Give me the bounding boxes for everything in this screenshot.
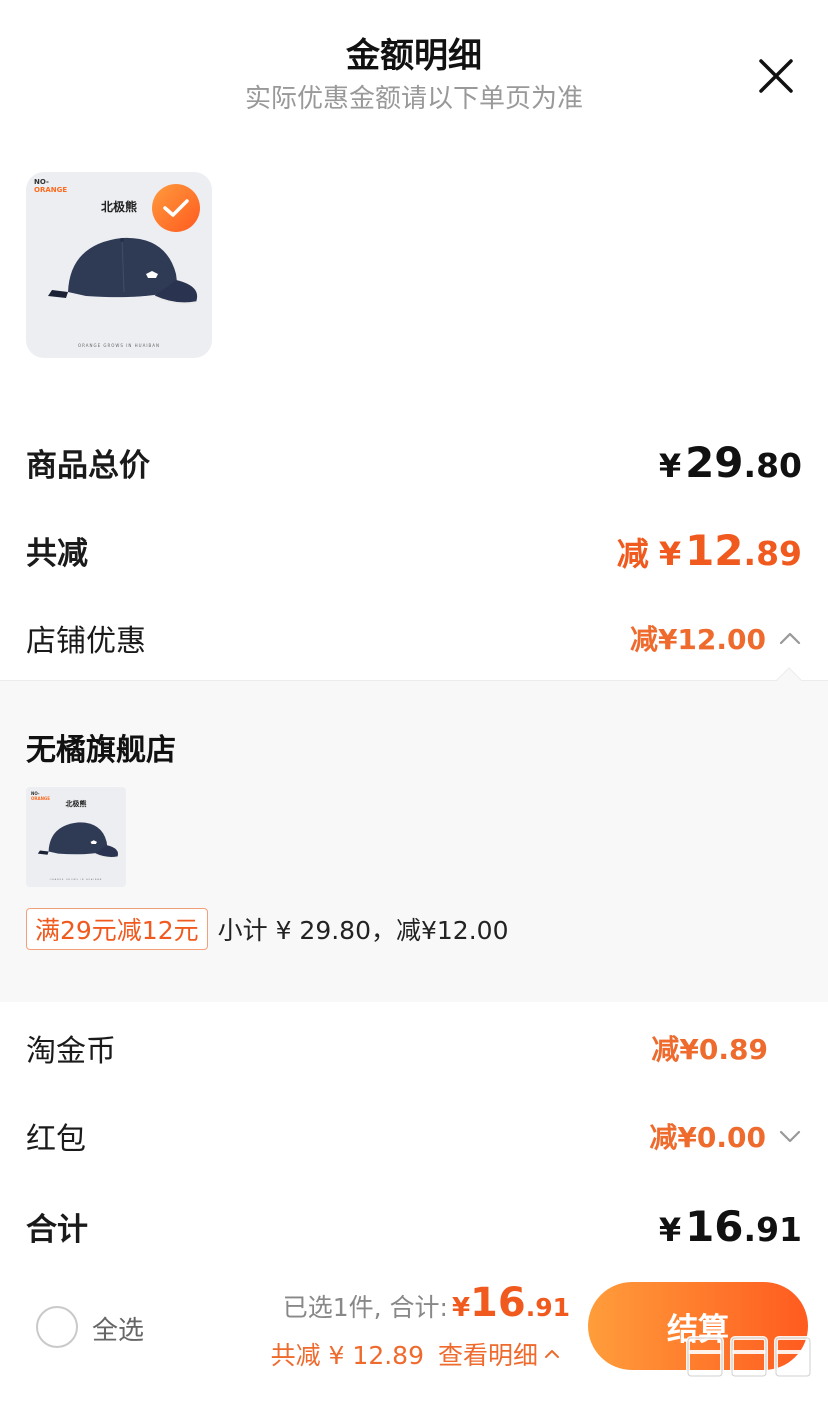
promo-line: 满29元减12元 小计 ¥ 29.80，减¥12.00: [26, 908, 509, 950]
close-icon[interactable]: [758, 58, 794, 94]
grand-total-value: ¥16.91: [658, 1201, 802, 1251]
promo-subtotal: 小计 ¥ 29.80，减¥12.00: [217, 916, 509, 945]
store-discount-value: 减¥12.00: [630, 618, 802, 658]
store-name[interactable]: 无橘旗舰店: [26, 725, 176, 769]
total-price-label: 商品总价: [26, 447, 150, 484]
hongbao-value: 减¥0.00: [649, 1116, 802, 1156]
product-tagline: ORANGE GROWS IN HUAIBAN: [49, 879, 103, 881]
total-discount-label: 共减: [26, 535, 88, 572]
page-subtitle: 实际优惠金额请以下单页为准: [244, 84, 583, 114]
store-discount-row[interactable]: 店铺优惠 减¥12.00: [26, 608, 802, 668]
discount-text: 共减 ¥ 12.89: [270, 1341, 424, 1370]
view-detail-link[interactable]: 查看明细: [438, 1336, 538, 1372]
hongbao-row[interactable]: 红包 减¥0.00: [26, 1106, 802, 1166]
total-discount-value: 减 ¥12.89: [616, 525, 802, 575]
total-discount-row: 共减 减 ¥12.89: [26, 520, 802, 580]
select-all-label[interactable]: 全选: [92, 1310, 144, 1347]
grand-total-label: 合计: [26, 1211, 88, 1248]
panel-notch: [776, 667, 802, 693]
product-tagline: ORANGE GROWS IN HUAIBAN: [78, 343, 160, 348]
store-discount-label: 店铺优惠: [26, 624, 146, 659]
radio-unchecked-icon[interactable]: [36, 1306, 78, 1348]
page-title: 金额明细: [346, 36, 482, 76]
total-price-value: ¥29.80: [658, 437, 802, 487]
chevron-up-icon[interactable]: [544, 1346, 560, 1362]
chevron-up-icon[interactable]: [778, 626, 802, 650]
total-price-row: 商品总价 ¥29.80: [26, 432, 802, 492]
taojinbi-row: 淘金币 减¥0.89: [26, 1018, 802, 1078]
summary-int: 16: [470, 1280, 526, 1326]
bottom-bar: 全选 已选1件, 合计: ¥ 16 .91 共减 ¥ 12.89 查看明细 结算: [0, 1266, 828, 1410]
product-thumbnail[interactable]: NO- ORANGE 北极熊 ORANGE GROWS IN HUAIBAN: [26, 172, 212, 358]
hongbao-label: 红包: [26, 1122, 86, 1157]
taojinbi-value: 减¥0.89: [651, 1033, 768, 1066]
cap-image: [37, 822, 119, 859]
summary-dec: .91: [525, 1293, 570, 1322]
store-discount-panel: 无橘旗舰店 NO- ORANGE 北极熊 ORANGE GROWS IN HUA…: [0, 667, 828, 1002]
chevron-down-icon[interactable]: [778, 1124, 802, 1148]
summary-prefix: 已选1件, 合计:: [282, 1293, 448, 1322]
discount-summary: 共减 ¥ 12.89 查看明细: [271, 1336, 560, 1372]
header: 金额明细 实际优惠金额请以下单页为准: [0, 0, 828, 130]
check-icon[interactable]: [152, 184, 200, 232]
summary-yen: ¥: [451, 1293, 471, 1323]
selection-summary: 已选1件, 合计: ¥ 16 .91: [283, 1280, 570, 1326]
checkout-button[interactable]: 结算: [588, 1282, 808, 1370]
grand-total-row: 合计 ¥16.91: [26, 1196, 802, 1256]
store-product-thumbnail[interactable]: NO- ORANGE 北极熊 ORANGE GROWS IN HUAIBAN: [26, 787, 126, 887]
taojinbi-label: 淘金币: [26, 1034, 116, 1069]
promo-tag: 满29元减12元: [26, 908, 208, 950]
